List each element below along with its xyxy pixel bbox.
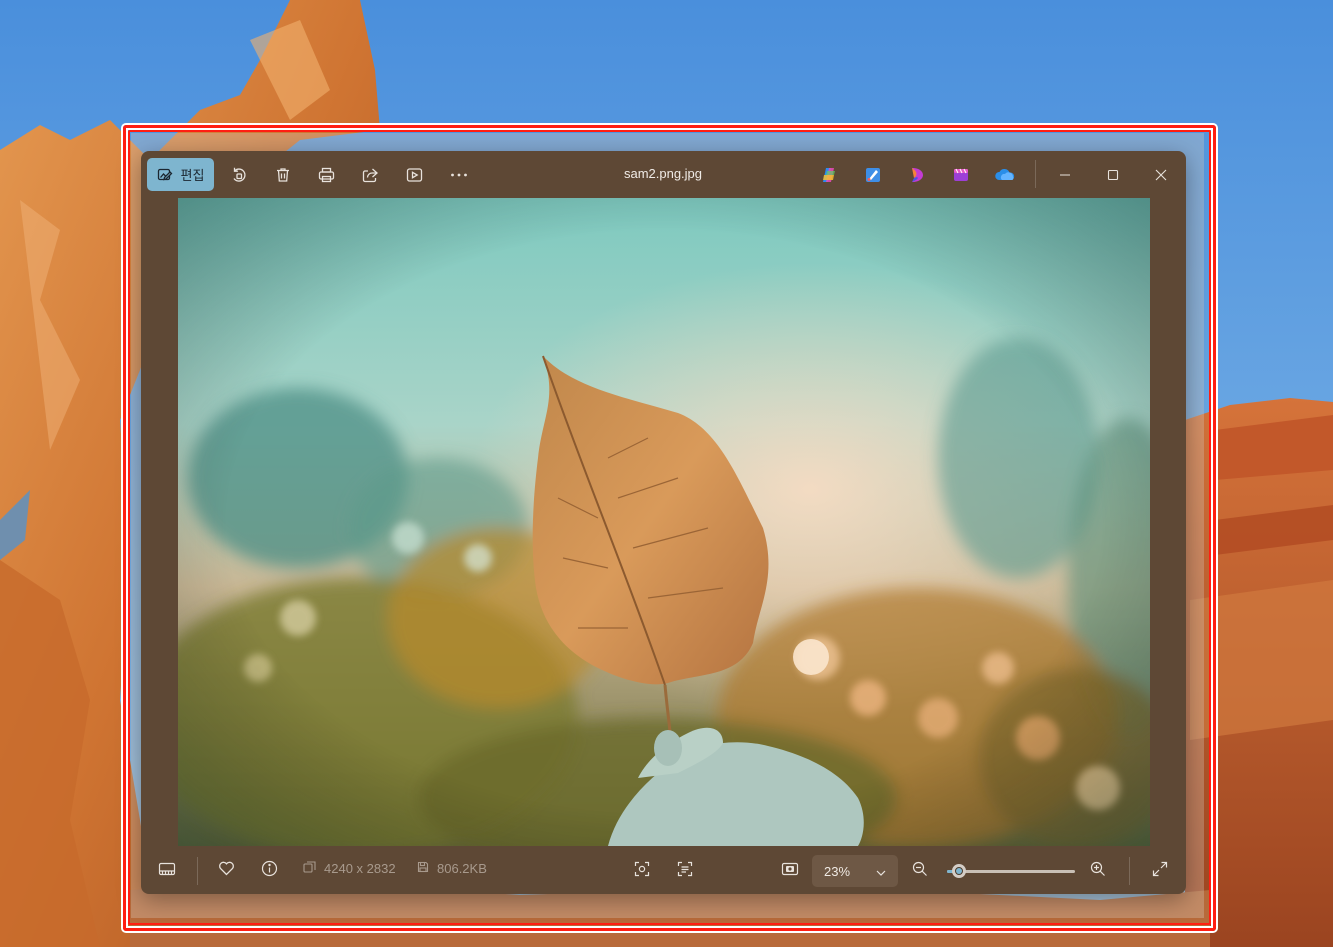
close-icon xyxy=(1155,169,1167,181)
zoom-level-dropdown[interactable]: 23% xyxy=(812,855,898,887)
print-button[interactable] xyxy=(310,158,342,191)
onedrive-button[interactable] xyxy=(989,158,1021,191)
slideshow-icon xyxy=(406,167,423,183)
full-screen-icon xyxy=(1152,861,1168,882)
delete-button[interactable] xyxy=(267,158,299,191)
zoom-in-icon xyxy=(1090,861,1106,882)
designer-button[interactable] xyxy=(901,158,933,191)
filmstrip-icon xyxy=(158,862,176,881)
zoom-out-button[interactable] xyxy=(904,855,936,887)
edit-button-label: 편집 xyxy=(180,168,205,183)
window-title: sam2.png.jpg xyxy=(623,166,703,181)
clipchamp-icon xyxy=(952,166,970,184)
file-size-value: 806.2KB xyxy=(437,861,487,876)
fit-to-window-button[interactable] xyxy=(774,855,806,887)
zoom-level-value: 23% xyxy=(824,863,851,879)
zoom-in-button[interactable] xyxy=(1082,855,1114,887)
filmstrip-button[interactable] xyxy=(151,855,183,887)
save-icon xyxy=(417,861,429,876)
minimize-button[interactable] xyxy=(1047,158,1083,191)
file-size: 806.2KB xyxy=(417,861,487,876)
print-icon xyxy=(318,167,335,183)
copilot-button[interactable] xyxy=(813,158,845,191)
visual-search-button[interactable] xyxy=(626,855,658,887)
scan-text-button[interactable] xyxy=(669,855,701,887)
zoom-slider-track xyxy=(947,870,1075,873)
displayed-photo xyxy=(178,198,1150,846)
bottom-bar: 4240 x 2832 806.2KB 23% xyxy=(141,848,1186,894)
copilot-icon xyxy=(820,166,838,184)
edit-image-icon xyxy=(157,167,173,183)
paint-button[interactable] xyxy=(857,158,889,191)
rotate-icon xyxy=(230,166,248,184)
full-screen-button[interactable] xyxy=(1144,855,1176,887)
slideshow-button[interactable] xyxy=(398,158,430,191)
edit-button[interactable]: 편집 xyxy=(147,158,214,191)
share-icon xyxy=(362,167,379,183)
chevron-down-icon xyxy=(876,864,886,879)
onedrive-icon xyxy=(994,167,1016,183)
zoom-slider[interactable] xyxy=(947,864,1075,878)
fit-to-window-icon xyxy=(781,862,799,881)
minimize-icon xyxy=(1059,169,1071,181)
scan-text-icon xyxy=(677,861,693,882)
titlebar-separator xyxy=(1035,160,1036,188)
info-icon xyxy=(261,860,278,882)
visual-search-icon xyxy=(634,861,650,882)
image-dimensions: 4240 x 2832 xyxy=(303,861,396,876)
more-icon xyxy=(450,172,468,178)
more-options-button[interactable] xyxy=(443,158,475,191)
dimensions-value: 4240 x 2832 xyxy=(324,861,396,876)
photos-app-window: 편집 sam2.png.jpg 4240 x 2832 806.2KB 23% xyxy=(141,151,1186,894)
photo-viewport[interactable] xyxy=(178,198,1150,846)
maximize-icon xyxy=(1107,169,1119,181)
designer-icon xyxy=(908,166,926,184)
heart-icon xyxy=(218,861,235,881)
maximize-button[interactable] xyxy=(1095,158,1131,191)
file-info-button[interactable] xyxy=(253,855,285,887)
dimensions-icon xyxy=(303,861,316,876)
close-button[interactable] xyxy=(1143,158,1179,191)
rotate-button[interactable] xyxy=(223,158,255,191)
delete-icon xyxy=(275,167,291,183)
title-bar: 편집 sam2.png.jpg xyxy=(141,151,1186,197)
paint-icon xyxy=(864,166,882,184)
favorite-button[interactable] xyxy=(210,855,242,887)
share-button[interactable] xyxy=(354,158,386,191)
zoom-out-icon xyxy=(912,861,928,882)
bottombar-separator-left xyxy=(197,857,198,885)
bottombar-separator-right xyxy=(1129,857,1130,885)
clipchamp-button[interactable] xyxy=(945,158,977,191)
zoom-slider-thumb[interactable] xyxy=(952,864,966,878)
